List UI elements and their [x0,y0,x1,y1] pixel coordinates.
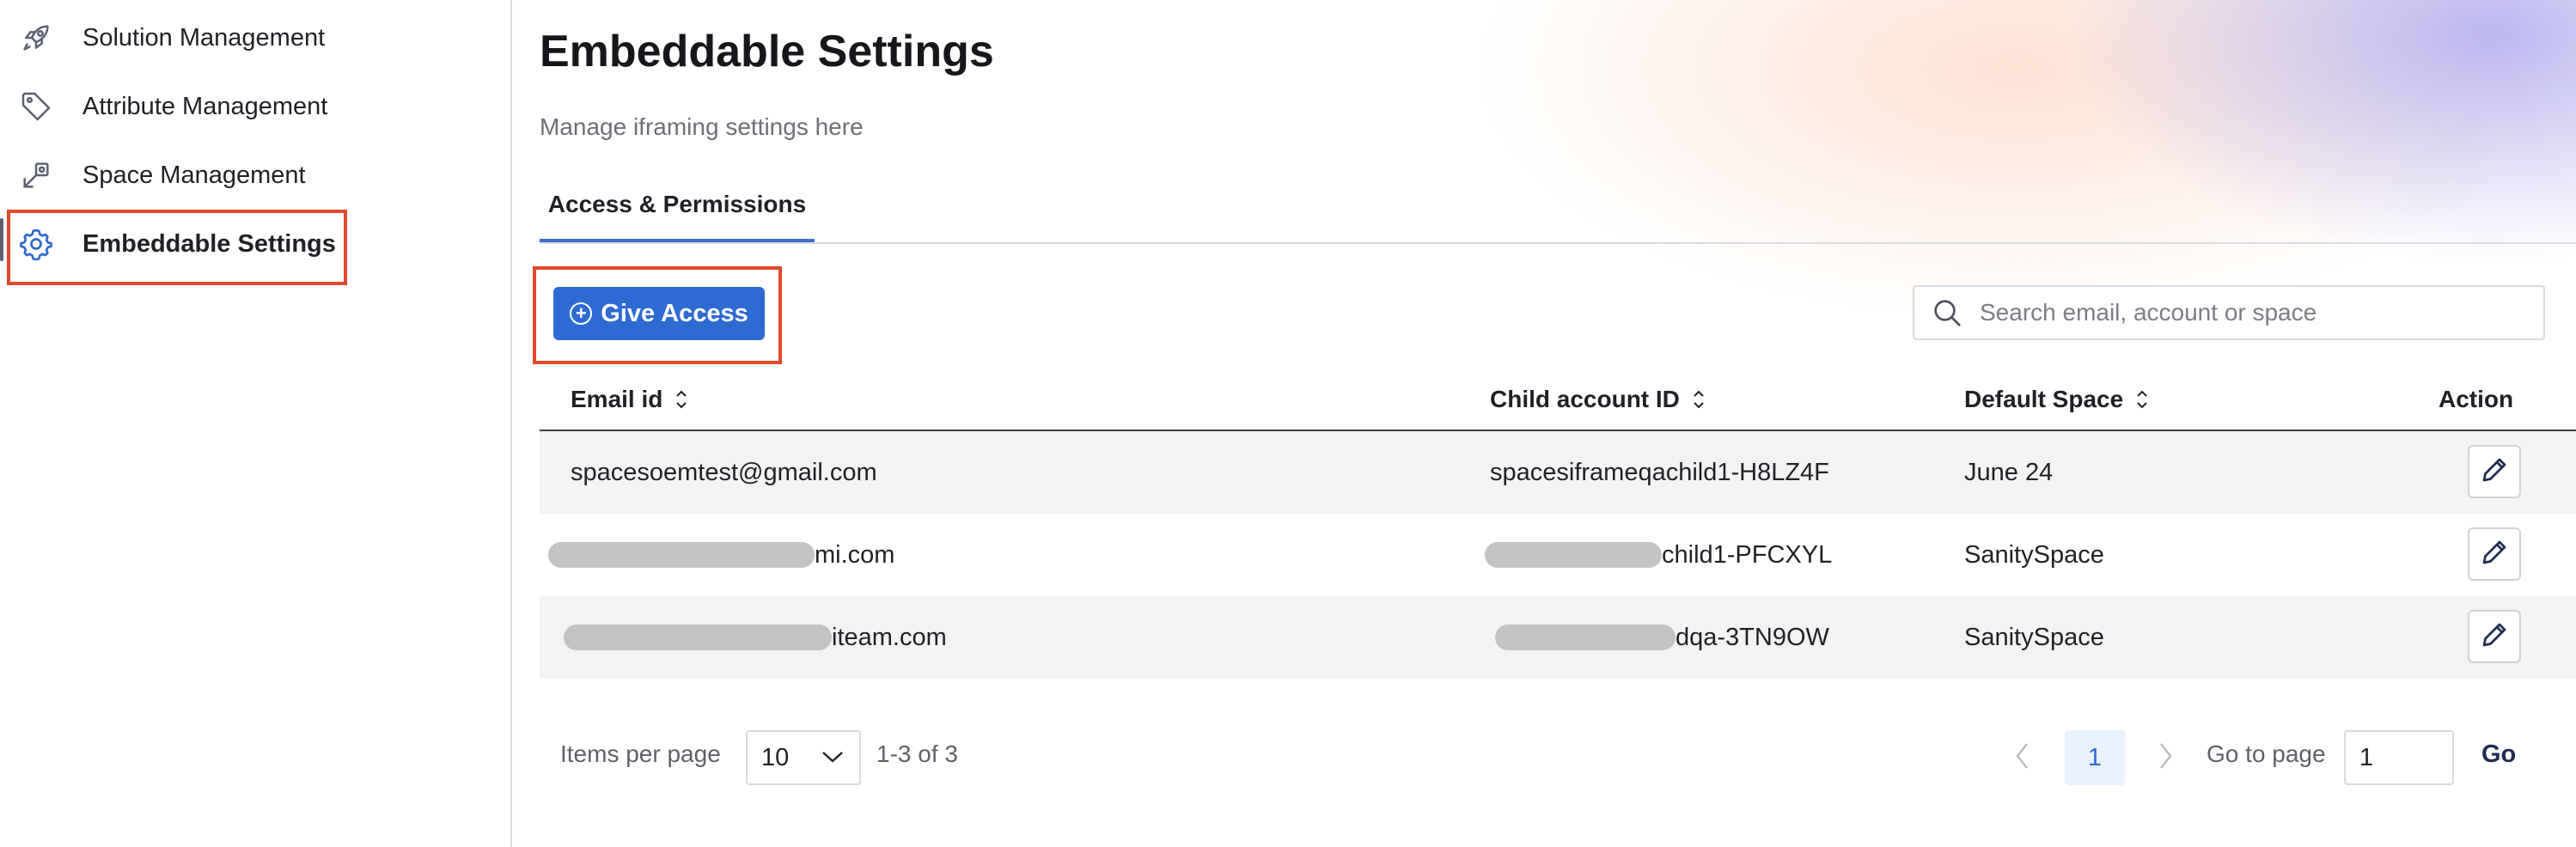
page-subtitle: Manage iframing settings here [540,113,864,140]
goto-page-label: Go to page [2207,740,2326,767]
sidebar-item-embeddable-settings[interactable]: Embeddable Settings [9,208,344,280]
redacted-text [564,625,832,650]
chevron-down-icon [820,744,845,772]
page-number-current[interactable]: 1 [2065,730,2125,785]
edit-button[interactable] [2468,610,2521,663]
tag-icon [17,88,55,125]
give-access-button[interactable]: + Give Access [553,287,765,340]
edit-button[interactable] [2468,527,2521,581]
tab-divider [540,242,2576,244]
main-content: Embeddable Settings Manage iframing sett… [512,0,2576,847]
active-indicator [0,218,3,261]
goto-page-input[interactable] [2344,730,2454,785]
chevron-right-icon [2157,741,2174,775]
search-box [1913,285,2545,340]
sidebar-item-solution-management[interactable]: Solution Management [9,2,344,74]
redacted-text [1495,625,1676,650]
cell-email: spacesoemtest@gmail.com [571,458,877,486]
sidebar: Solution Management Attribute Management… [0,0,512,847]
cell-child-account: dqa-3TN9OW [1495,596,1829,679]
cell-child-account: child1-PFCXYL [1485,514,1832,596]
sort-icon[interactable] [675,388,688,411]
pencil-icon [2479,619,2510,655]
table-row: spacesoemtest@gmail.com spacesiframeqach… [540,431,2576,514]
column-email-id[interactable]: Email id [571,369,688,430]
table-header: Email id Child account ID Default Space … [540,369,2576,431]
search-input[interactable] [1978,298,2543,327]
pencil-icon [2479,454,2510,490]
redacted-text [1485,542,1662,568]
table-row: iteam.com dqa-3TN9OW SanitySpace [540,596,2576,679]
next-page-button[interactable] [2150,740,2181,775]
cell-default-space: June 24 [1964,458,2054,486]
sidebar-item-label: Solution Management [82,23,326,52]
cell-email: iteam.com [564,596,947,679]
redacted-text [548,542,815,568]
edit-button[interactable] [2468,445,2521,498]
chevron-left-icon [2014,741,2031,775]
go-button[interactable]: Go [2481,740,2516,769]
cell-default-space: SanitySpace [1964,623,2104,651]
add-circle-icon: + [570,302,593,325]
pencil-icon [2479,537,2510,572]
tab-access-permissions[interactable]: Access & Permissions [540,170,815,242]
rocket-icon [17,19,55,57]
page-title: Embeddable Settings [540,27,994,76]
table-row: mi.com child1-PFCXYL SanitySpace [540,514,2576,596]
column-child-account-id[interactable]: Child account ID [1490,369,1706,430]
cell-child-account: spacesiframeqachild1-H8LZ4F [1490,458,1829,486]
give-access-label: Give Access [601,299,748,327]
search-icon [1930,296,1964,330]
range-text: 1-3 of 3 [876,740,958,767]
items-per-page-label: Items per page [560,740,721,767]
items-per-page-select[interactable]: 10 [746,730,861,785]
space-icon [17,156,55,194]
column-default-space[interactable]: Default Space [1964,369,2149,430]
sidebar-item-space-management[interactable]: Space Management [9,139,344,211]
cell-email: mi.com [548,514,894,596]
sort-icon[interactable] [2135,388,2149,411]
sidebar-item-attribute-management[interactable]: Attribute Management [9,70,344,143]
sidebar-item-label: Embeddable Settings [82,229,336,258]
cell-default-space: SanitySpace [1964,540,2104,569]
column-action: Action [2439,386,2514,412]
prev-page-button[interactable] [2007,740,2038,775]
sort-icon[interactable] [1692,388,1706,411]
sidebar-item-label: Attribute Management [82,92,328,120]
gear-icon [17,225,55,263]
sidebar-item-label: Space Management [82,161,306,189]
